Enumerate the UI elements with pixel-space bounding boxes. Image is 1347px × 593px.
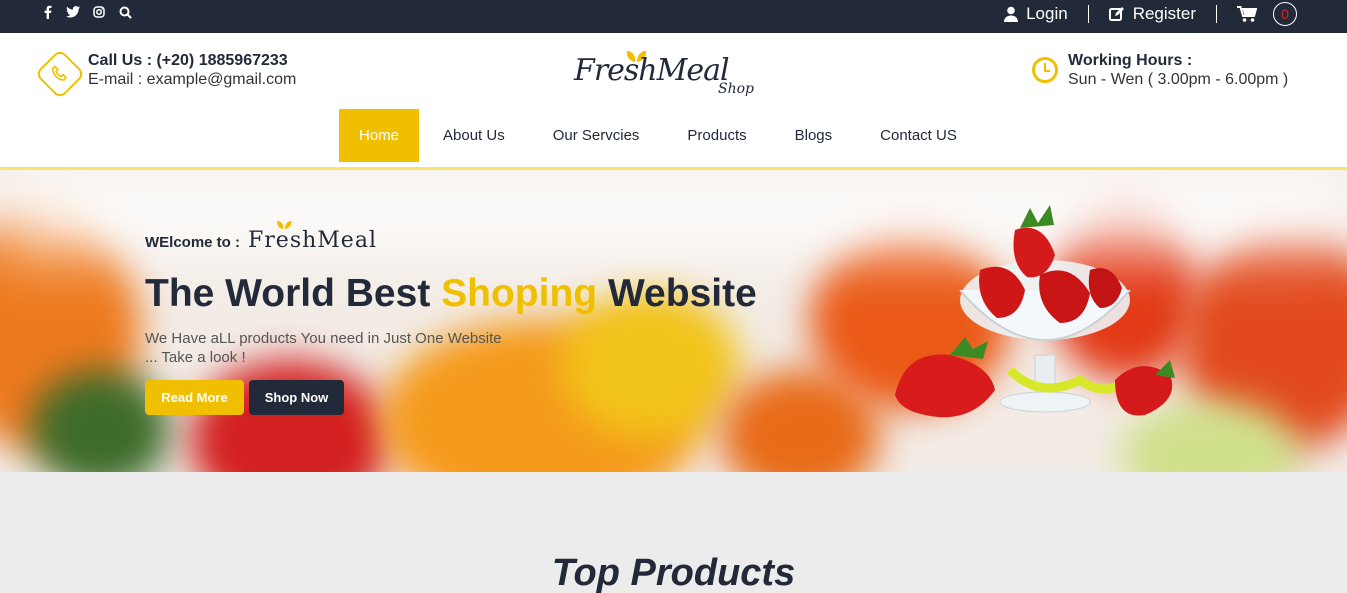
hero-subtitle-line1: We Have aLL products You need in Just On… (145, 330, 502, 347)
top-products-section: Top Products (0, 472, 1347, 593)
cart-icon (1237, 5, 1257, 22)
nav-about-us[interactable]: About Us (419, 109, 529, 162)
main-nav: Home About Us Our Servcies Products Blog… (339, 109, 981, 162)
hero-subtitle-line2: ... Take a look ! (145, 349, 246, 366)
clock-icon (1032, 57, 1058, 83)
logo-subtext: Shop (718, 81, 754, 97)
auth-links: Login Register 0 (1004, 2, 1297, 26)
nav-products[interactable]: Products (663, 109, 770, 162)
welcome-line: WElcome to : FreshMeal (145, 221, 377, 253)
hero-headline: The World Best Shoping Website (145, 272, 757, 316)
leaf-icon (277, 221, 292, 230)
site-logo[interactable]: FreshMeal Shop (570, 41, 770, 103)
instagram-icon[interactable] (92, 5, 106, 19)
welcome-label: WElcome to : (145, 234, 241, 251)
section-title: Top Products (551, 552, 796, 593)
search-icon[interactable] (118, 5, 132, 19)
shop-now-button[interactable]: Shop Now (249, 380, 344, 415)
register-label: Register (1132, 4, 1196, 23)
nav-our-services[interactable]: Our Servcies (529, 109, 664, 162)
register-link[interactable]: Register (1108, 4, 1196, 24)
brand-name-text: FreshMeal (248, 228, 377, 253)
edit-icon (1108, 7, 1124, 21)
login-link[interactable]: Login (1004, 4, 1068, 24)
strawberry-bowl-image (895, 205, 1175, 418)
email-text: E-mail : example@gmail.com (88, 71, 297, 88)
cart-count-badge: 0 (1273, 2, 1297, 26)
call-us-text: Call Us : (+20) 1885967233 (88, 52, 288, 69)
brand-name: FreshMeal (248, 221, 377, 253)
headline-part2: Website (597, 272, 757, 315)
headline-part1: The World Best (145, 272, 442, 315)
phone-icon (34, 48, 86, 100)
user-icon (1004, 6, 1019, 22)
nav-contact-us[interactable]: Contact US (856, 109, 981, 162)
working-hours-value: Sun - Wen ( 3.00pm - 6.00pm ) (1068, 71, 1289, 88)
nav-home[interactable]: Home (339, 109, 420, 162)
working-hours-title: Working Hours : (1068, 52, 1193, 69)
headline-highlight: Shoping (441, 272, 598, 315)
facebook-icon[interactable] (40, 5, 54, 19)
call-info: Call Us : (+20) 1885967233 E-mail : exam… (34, 48, 297, 100)
divider (1087, 5, 1089, 23)
nav-blogs[interactable]: Blogs (771, 109, 857, 162)
site-header: Call Us : (+20) 1885967233 E-mail : exam… (0, 33, 1347, 170)
divider (1216, 5, 1217, 23)
twitter-icon[interactable] (66, 5, 80, 19)
top-bar: Login Register 0 (0, 0, 1347, 33)
logo-text: FreshMeal (574, 53, 730, 88)
cart-link[interactable]: 0 (1237, 2, 1297, 26)
login-label: Login (1026, 4, 1068, 23)
social-links (40, 5, 132, 19)
read-more-button[interactable]: Read More (145, 380, 244, 415)
hero-banner: WElcome to : FreshMeal The World Best Sh… (0, 170, 1347, 472)
working-hours: Working Hours : Sun - Wen ( 3.00pm - 6.0… (1032, 52, 1288, 89)
